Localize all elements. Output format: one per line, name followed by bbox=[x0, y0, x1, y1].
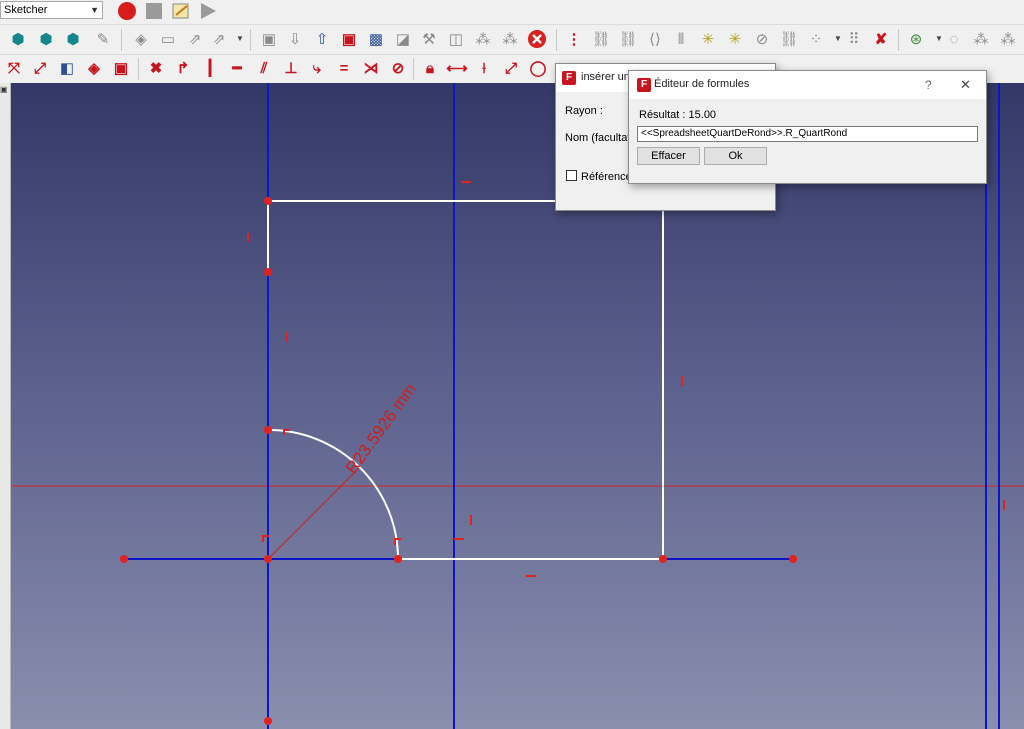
result-label: Résultat : 15.00 bbox=[639, 109, 717, 121]
macro-record-button[interactable] bbox=[116, 0, 138, 22]
select-conflicting-icon[interactable]: ⋮ bbox=[563, 28, 585, 50]
reference-checkbox[interactable] bbox=[566, 170, 577, 181]
block-constraint-icon[interactable]: ⊘ bbox=[387, 57, 409, 79]
toolbar-row-2: ⬢ ⬢ ⬢ ✎ ◈ ▭ ⇗ ⇗ ▼ ▣ ⇩ ⇧ ▣ ▩ ◪ ⚒ ◫ ⁂ ⁂ ⋮ … bbox=[0, 24, 1024, 55]
select-constraints-icon[interactable]: ⁂ bbox=[472, 28, 494, 50]
distance-constraint-icon[interactable]: ⤢ bbox=[500, 57, 522, 79]
select-redundant-icon[interactable]: ⛓ bbox=[590, 28, 612, 50]
left-dock-strip[interactable]: ▣ bbox=[0, 83, 11, 729]
external-geometry-icon[interactable]: ◧ bbox=[56, 57, 78, 79]
toolbar-row-1: Sketcher ▼ bbox=[0, 0, 1024, 24]
select-partially-redundant-icon[interactable]: ⛓ bbox=[617, 28, 639, 50]
bspline-icon[interactable]: ⊛ bbox=[905, 28, 927, 50]
macro-stop-button[interactable] bbox=[143, 0, 165, 22]
symmetry-icon[interactable]: ✳ bbox=[697, 28, 719, 50]
lock-constraint-icon[interactable]: 🔒︎ bbox=[419, 57, 441, 79]
macro-execute-button[interactable] bbox=[197, 0, 219, 22]
mirror-sketch-icon[interactable]: ◫ bbox=[445, 28, 467, 50]
part-icon[interactable]: ◈ bbox=[130, 28, 152, 50]
select-malformed-icon[interactable]: ⟨⟩ bbox=[644, 28, 666, 50]
delete-all-geometry-icon[interactable]: ✘ bbox=[870, 28, 892, 50]
clear-button[interactable]: Effacer bbox=[637, 147, 700, 165]
close-icon bbox=[528, 30, 546, 48]
construction-mode-icon[interactable]: ▣ bbox=[110, 57, 132, 79]
separator bbox=[121, 29, 122, 51]
radius-dimension-line[interactable] bbox=[267, 467, 360, 560]
reference-label: Référence bbox=[581, 171, 632, 183]
workbench-selector[interactable]: Sketcher ▼ bbox=[0, 1, 103, 19]
separator bbox=[556, 29, 557, 51]
copy-icon[interactable]: ⊘ bbox=[751, 28, 773, 50]
perpendicular-constraint-icon[interactable]: ⊥ bbox=[280, 57, 302, 79]
coincident-constraint-icon[interactable]: ✖ bbox=[145, 57, 167, 79]
macro-edit-button[interactable] bbox=[170, 0, 192, 22]
new-sketch-icon[interactable]: ▣ bbox=[258, 28, 280, 50]
radius-dimension-label[interactable]: R23.5926 mm bbox=[342, 380, 420, 478]
vertical-constraint-icon[interactable]: ┃ bbox=[199, 57, 221, 79]
freecad-icon: F bbox=[562, 71, 576, 85]
bspline-degree-icon[interactable]: ◌ bbox=[943, 28, 965, 50]
ok-button[interactable]: Ok bbox=[704, 147, 767, 165]
radius-constraint-icon[interactable]: ◯ bbox=[527, 57, 549, 79]
merge-sketch-icon[interactable]: ⚒ bbox=[418, 28, 440, 50]
move-icon[interactable]: ⛓ bbox=[778, 28, 800, 50]
bspline-knot-icon[interactable]: ⁂ bbox=[970, 28, 992, 50]
bspline-join-icon[interactable]: ⁂ bbox=[997, 28, 1019, 50]
view-sketch-icon[interactable]: ⇧ bbox=[311, 28, 333, 50]
separator bbox=[138, 58, 139, 80]
chevron-down-icon[interactable]: ▼ bbox=[229, 28, 251, 50]
vertical-distance-icon[interactable]: ⟊ bbox=[473, 57, 495, 79]
select-origin-icon[interactable]: ⁂ bbox=[499, 28, 521, 50]
tangent-constraint-icon[interactable]: ⤷ bbox=[306, 57, 328, 79]
point-icon[interactable]: ⤧ bbox=[3, 57, 25, 79]
radius-label: Rayon : bbox=[565, 105, 603, 117]
link-icon[interactable]: ⇗ bbox=[184, 28, 206, 50]
view-front-icon[interactable]: ⬢ bbox=[35, 28, 57, 50]
dock-toggle-icon[interactable]: ▣ bbox=[0, 85, 9, 95]
workbench-label: Sketcher bbox=[4, 4, 48, 16]
separator bbox=[250, 29, 251, 51]
leave-sketch-icon[interactable]: ⇩ bbox=[284, 28, 306, 50]
horizontal-constraint-icon[interactable]: ━ bbox=[226, 57, 248, 79]
help-button[interactable]: ? bbox=[925, 78, 932, 92]
constraint-markers bbox=[247, 181, 1005, 577]
carbon-copy-icon[interactable]: ◈ bbox=[83, 57, 105, 79]
stop-operation-button[interactable] bbox=[526, 28, 548, 50]
sketch-profile[interactable] bbox=[267, 200, 664, 560]
radius-dialog-title: insérer un bbox=[581, 71, 630, 83]
stop-icon bbox=[146, 3, 162, 19]
record-icon bbox=[118, 2, 136, 20]
map-sketch-icon[interactable]: ▣ bbox=[338, 28, 360, 50]
measure-icon[interactable]: ✎ bbox=[92, 28, 114, 50]
remove-axes-icon[interactable]: ⠿ bbox=[843, 28, 865, 50]
sketch-points[interactable] bbox=[120, 197, 797, 725]
horizontal-distance-icon[interactable]: ⟷ bbox=[446, 57, 468, 79]
rectangular-array-icon[interactable]: ⁘ bbox=[805, 28, 827, 50]
separator bbox=[413, 58, 414, 80]
symmetric-constraint-icon[interactable]: ⋊ bbox=[360, 57, 382, 79]
formula-editor-title: Éditeur de formules bbox=[654, 78, 750, 90]
formula-editor-titlebar[interactable]: F Éditeur de formules ? ✕ bbox=[629, 71, 986, 99]
freecad-icon: F bbox=[637, 78, 651, 92]
equal-constraint-icon[interactable]: = bbox=[333, 57, 355, 79]
validate-sketch-icon[interactable]: ◪ bbox=[392, 28, 414, 50]
point-on-object-constraint-icon[interactable]: ↱ bbox=[172, 57, 194, 79]
view-fit-icon[interactable]: ⬢ bbox=[7, 28, 29, 50]
expression-input[interactable]: <<SpreadsheetQuartDeRond>>.R_QuartRond bbox=[637, 126, 978, 142]
close-button[interactable]: ✕ bbox=[960, 77, 971, 93]
view-top-icon[interactable]: ⬢ bbox=[62, 28, 84, 50]
line-icon[interactable]: ⤢ bbox=[29, 57, 51, 79]
formula-editor-dialog: F Éditeur de formules ? ✕ Résultat : 15.… bbox=[628, 70, 987, 184]
chevron-down-icon: ▼ bbox=[90, 5, 99, 15]
folder-icon[interactable]: ▭ bbox=[157, 28, 179, 50]
reorient-sketch-icon[interactable]: ▩ bbox=[365, 28, 387, 50]
play-icon bbox=[201, 3, 216, 19]
clone-icon[interactable]: ✳ bbox=[724, 28, 746, 50]
separator bbox=[898, 29, 899, 51]
edit-macro-icon bbox=[172, 3, 189, 19]
parallel-constraint-icon[interactable]: ⫽ bbox=[253, 57, 275, 79]
link-actions-icon[interactable]: ⇗ bbox=[208, 28, 230, 50]
select-vertical-icon[interactable]: ⫴ bbox=[670, 28, 692, 50]
